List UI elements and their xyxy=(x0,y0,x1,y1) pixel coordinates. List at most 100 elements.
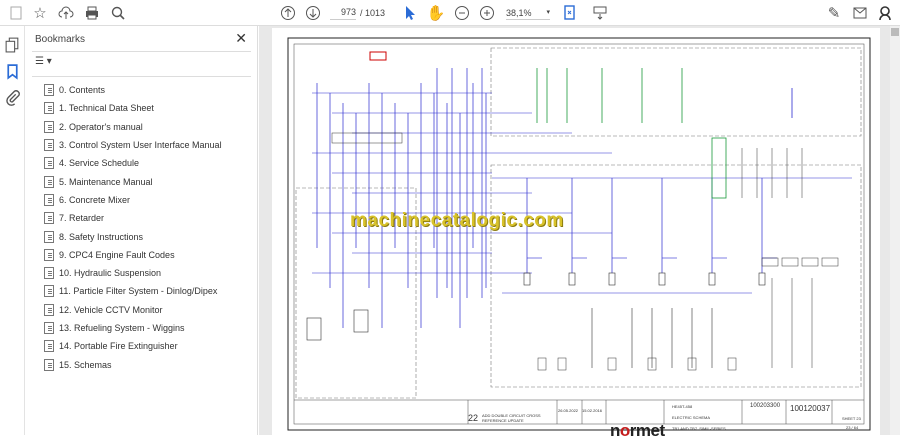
bookmark-page-icon xyxy=(44,267,54,280)
component-symbol xyxy=(607,357,617,371)
bookmark-page-icon xyxy=(44,175,54,188)
print-icon[interactable] xyxy=(82,3,102,23)
document-view: machinecatalogic.com normet 22 ADD DOUBL… xyxy=(259,26,900,440)
bookmark-item[interactable]: 11. Particle Filter System - Dinlog/Dipe… xyxy=(44,282,222,300)
bookmark-label: 4. Service Schedule xyxy=(59,158,140,169)
bookmark-item[interactable]: 12. Vehicle CCTV Monitor xyxy=(44,301,222,319)
sheet-pages: 23 / 64 xyxy=(846,425,859,430)
sheet-number: SHEET 23 xyxy=(842,416,861,421)
bookmark-page-icon xyxy=(44,120,54,133)
component-symbol xyxy=(537,357,547,371)
page-total: / 1013 xyxy=(360,8,386,18)
bookmark-label: 15. Schemas xyxy=(59,359,112,370)
read-mode-icon[interactable] xyxy=(590,3,610,23)
upload-cloud-icon[interactable] xyxy=(56,3,76,23)
select-cursor-icon[interactable] xyxy=(400,3,420,23)
bookmark-page-icon xyxy=(44,285,54,298)
drawing-frame xyxy=(293,43,865,425)
save-icon[interactable] xyxy=(6,3,26,23)
bookmark-item[interactable]: 2. Operator's manual xyxy=(44,118,222,136)
bookmark-label: 3. Control System User Interface Manual xyxy=(59,140,222,151)
toolbar: ☆ / 1013 ✋ 38,1% ▾ ✎ xyxy=(0,0,900,26)
bookmark-item[interactable]: 7. Retarder xyxy=(44,209,222,227)
component-symbol xyxy=(557,357,567,371)
bookmark-page-icon xyxy=(44,139,54,152)
bookmark-page-icon xyxy=(44,157,54,170)
bookmark-item[interactable]: 0. Contents xyxy=(44,81,222,99)
bookmark-page-icon xyxy=(44,230,54,243)
bookmark-page-icon xyxy=(44,303,54,316)
email-icon[interactable] xyxy=(850,3,870,23)
search-icon[interactable] xyxy=(108,3,128,23)
bookmark-item[interactable]: 4. Service Schedule xyxy=(44,154,222,172)
chevron-down-icon: ▾ xyxy=(546,9,550,16)
panel-title: Bookmarks xyxy=(35,34,86,45)
reference-tag xyxy=(369,51,387,61)
bookmarks-panel: Bookmarks ✕ ☰ ▾ 0. Contents 1. Technical … xyxy=(26,26,258,435)
bookmark-item[interactable]: 15. Schemas xyxy=(44,355,222,373)
bookmark-page-icon xyxy=(44,102,54,115)
fuse-symbol xyxy=(523,272,531,286)
coil-symbol xyxy=(306,317,322,341)
zoom-out-icon[interactable] xyxy=(452,3,472,23)
bookmark-label: 0. Contents xyxy=(59,85,106,96)
bookmark-item[interactable]: 14. Portable Fire Extinguisher xyxy=(44,337,222,355)
bookmark-star-icon[interactable]: ☆ xyxy=(30,3,50,23)
bookmark-item[interactable]: 13. Refueling System - Wiggins xyxy=(44,319,222,337)
bookmark-label: 2. Operator's manual xyxy=(59,121,143,132)
connector-box xyxy=(821,257,839,267)
bookmark-item[interactable]: 1. Technical Data Sheet xyxy=(44,99,222,117)
bookmark-item[interactable]: 10. Hydraulic Suspension xyxy=(44,264,222,282)
connector-box xyxy=(761,257,779,267)
divider xyxy=(32,51,251,52)
drawing-subtitle: TB1 AND TB7, SIMIL-SERIES xyxy=(672,426,726,431)
revision-number: 22 xyxy=(468,413,479,423)
bookmark-label: 13. Refueling System - Wiggins xyxy=(59,323,185,333)
next-page-icon[interactable] xyxy=(303,3,323,23)
zoom-in-icon[interactable] xyxy=(477,3,497,23)
page-number-input[interactable] xyxy=(330,5,356,20)
coil-symbol xyxy=(353,309,369,333)
bookmark-item[interactable]: 6. Concrete Mixer xyxy=(44,191,222,209)
bookmark-page-icon xyxy=(44,84,54,97)
drawing-border xyxy=(287,37,871,431)
account-icon[interactable] xyxy=(875,3,895,23)
bookmark-item[interactable]: 3. Control System User Interface Manual xyxy=(44,136,222,154)
vertical-scrollbar[interactable] xyxy=(890,26,900,435)
close-icon[interactable]: ✕ xyxy=(235,30,247,47)
bookmark-label: 5. Maintenance Manual xyxy=(59,176,153,187)
fuse-symbol xyxy=(758,272,766,286)
normet-logo: normet xyxy=(610,421,665,440)
pdf-page: machinecatalogic.com normet 22 ADD DOUBL… xyxy=(272,28,880,440)
revision-change: ADD DOUBLE CIRCUIT CROSS REFERENCE UPDAT… xyxy=(482,413,541,423)
bookmark-page-icon xyxy=(44,358,54,371)
connector-box xyxy=(801,257,819,267)
bookmark-item[interactable]: 9. CPC4 Engine Fault Codes xyxy=(44,246,222,264)
bookmark-options-button[interactable]: ☰ ▾ xyxy=(35,56,57,70)
zoom-level-dropdown[interactable]: 38,1% ▾ xyxy=(506,5,550,20)
revision-date: 26.05.2022 xyxy=(558,408,579,413)
bookmark-page-icon xyxy=(44,212,54,225)
fuse-symbol xyxy=(658,272,666,286)
zoom-level: 38,1% xyxy=(506,8,532,18)
page-thumbnails-icon[interactable] xyxy=(4,36,21,53)
fuse-symbol xyxy=(608,272,616,286)
bookmark-label: 9. CPC4 Engine Fault Codes xyxy=(59,249,175,260)
bookmark-item[interactable]: 8. Safety Instructions xyxy=(44,227,222,245)
drawing-title: ELECTRIC SCHEMA xyxy=(672,415,711,420)
bookmark-page-icon xyxy=(44,193,54,206)
hand-tool-icon[interactable]: ✋ xyxy=(426,3,446,23)
fill-sign-icon[interactable]: ✎ xyxy=(824,3,844,23)
drawing-number: 100120037 xyxy=(790,404,831,413)
bookmark-label: 12. Vehicle CCTV Monitor xyxy=(59,304,163,315)
drawing-code: HE45T-458 xyxy=(672,404,693,409)
bookmark-label: 1. Technical Data Sheet xyxy=(59,103,154,114)
bookmarks-icon[interactable] xyxy=(4,63,21,80)
scrollbar-thumb[interactable] xyxy=(891,28,899,36)
previous-page-icon[interactable] xyxy=(278,3,298,23)
bookmark-item[interactable]: 5. Maintenance Manual xyxy=(44,172,222,190)
attachments-icon[interactable] xyxy=(4,89,21,106)
component-symbol xyxy=(727,357,737,371)
fit-page-icon[interactable] xyxy=(560,3,580,23)
bookmark-label: 7. Retarder xyxy=(59,213,105,224)
